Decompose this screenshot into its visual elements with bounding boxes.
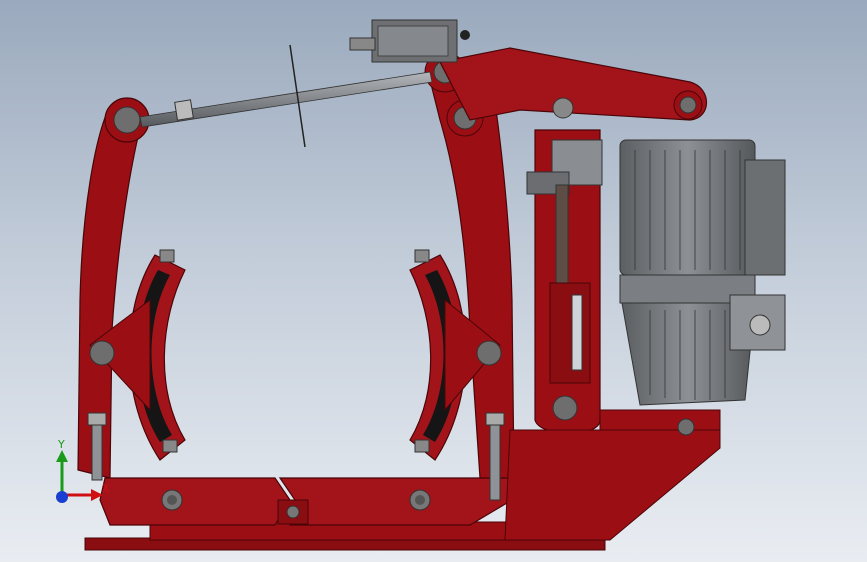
brake-assembly-model[interactable] bbox=[0, 0, 867, 562]
y-axis-label: Y bbox=[57, 438, 65, 451]
thruster-column bbox=[526, 129, 603, 435]
top-lever bbox=[439, 47, 707, 121]
axis-triad: Y X bbox=[56, 438, 110, 503]
y-axis-arrow-icon bbox=[56, 450, 68, 462]
lower-linkage bbox=[99, 477, 516, 526]
cad-viewport[interactable]: Y X bbox=[0, 0, 867, 562]
z-axis-dot-icon bbox=[56, 491, 68, 503]
limit-switch bbox=[349, 19, 470, 63]
x-axis-label: X bbox=[102, 482, 110, 495]
